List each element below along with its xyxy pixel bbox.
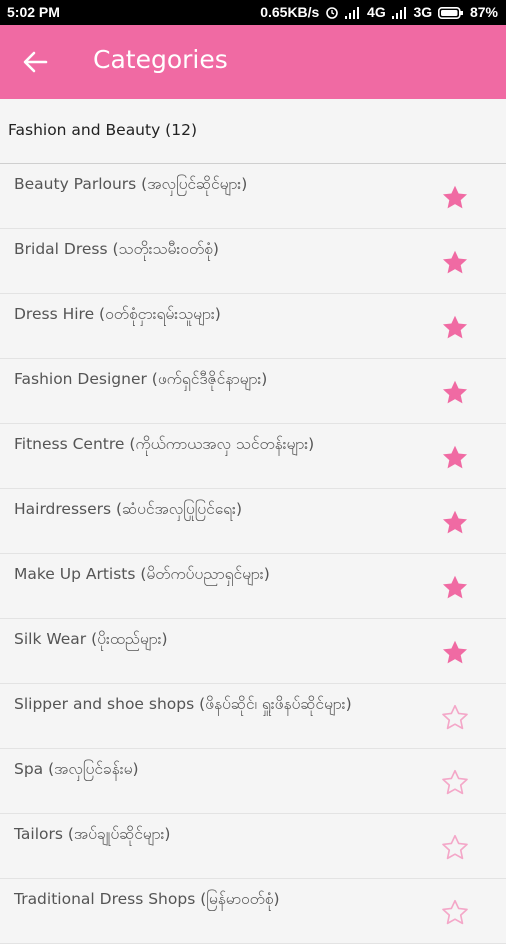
- category-row[interactable]: Tailors (အပ်ချုပ်ဆိုင်များ): [0, 814, 506, 879]
- star-outline-icon[interactable]: [441, 769, 469, 797]
- category-label: Fashion Designer (ဖက်ရှင်ဒီဇိုင်နာများ): [14, 370, 268, 388]
- status-bar: 5:02 PM 0.65KB/s 4G 3G 87%: [0, 0, 506, 25]
- status-indicators: 0.65KB/s 4G 3G 87%: [258, 4, 498, 20]
- category-label: Hairdressers (ဆံပင်အလှပြုပြင်ရေး): [14, 500, 243, 518]
- category-row[interactable]: Make Up Artists (မိတ်ကပ်ပညာရှင်များ): [0, 554, 506, 619]
- category-label: Fitness Centre (ကိုယ်ကာယအလှ သင်တန်းများ): [14, 435, 315, 453]
- category-row[interactable]: Fitness Centre (ကိုယ်ကာယအလှ သင်တန်းများ): [0, 424, 506, 489]
- signal-icon: [345, 4, 365, 20]
- network-type-2: 3G: [413, 4, 433, 20]
- category-row[interactable]: Spa (အလှပြင်ခန်းမ): [0, 749, 506, 814]
- star-filled-icon[interactable]: [441, 184, 469, 212]
- category-label: Slipper and shoe shops (ဖိနပ်ဆိုင်၊ ရှူး…: [14, 695, 352, 713]
- star-filled-icon[interactable]: [441, 574, 469, 602]
- category-row[interactable]: Fashion Designer (ဖက်ရှင်ဒီဇိုင်နာများ): [0, 359, 506, 424]
- battery-icon: [438, 4, 468, 20]
- category-label: Tailors (အပ်ချုပ်ဆိုင်များ): [14, 825, 171, 843]
- category-label: Dress Hire (ဝတ်စုံငှားရမ်းသူများ): [14, 305, 221, 323]
- category-label: Bridal Dress (သတိုးသမီးဝတ်စုံ): [14, 240, 219, 258]
- section-title: Fashion and Beauty (12): [8, 121, 198, 139]
- category-row[interactable]: Beauty Parlours (အလှပြင်ဆိုင်များ): [0, 164, 506, 229]
- star-filled-icon[interactable]: [441, 639, 469, 667]
- category-row[interactable]: Bridal Dress (သတိုးသမီးဝတ်စုံ): [0, 229, 506, 294]
- star-outline-icon[interactable]: [441, 899, 469, 927]
- category-row[interactable]: Traditional Dress Shops (မြန်မာဝတ်စုံ): [0, 879, 506, 944]
- category-label: Spa (အလှပြင်ခန်းမ): [14, 760, 139, 778]
- star-filled-icon[interactable]: [441, 249, 469, 277]
- category-label: Make Up Artists (မိတ်ကပ်ပညာရှင်များ): [14, 565, 270, 583]
- star-filled-icon[interactable]: [441, 314, 469, 342]
- status-time: 5:02 PM: [7, 4, 60, 20]
- back-button[interactable]: [18, 47, 52, 77]
- battery-level: 87%: [469, 4, 498, 20]
- signal-icon: [391, 4, 412, 20]
- category-row[interactable]: Dress Hire (ဝတ်စုံငှားရမ်းသူများ): [0, 294, 506, 359]
- category-row[interactable]: Slipper and shoe shops (ဖိနပ်ဆိုင်၊ ရှူး…: [0, 684, 506, 749]
- category-row[interactable]: Hairdressers (ဆံပင်အလှပြုပြင်ရေး): [0, 489, 506, 554]
- section-header: Fashion and Beauty (12): [0, 99, 506, 164]
- category-list: Beauty Parlours (အလှပြင်ဆိုင်များ) Bridal…: [0, 164, 506, 944]
- alarm-icon: [325, 4, 343, 20]
- star-outline-icon[interactable]: [441, 834, 469, 862]
- category-label: Traditional Dress Shops (မြန်မာဝတ်စုံ): [14, 890, 280, 908]
- net-speed: 0.65KB/s: [260, 4, 320, 20]
- category-label: Beauty Parlours (အလှပြင်ဆိုင်များ): [14, 175, 248, 193]
- star-outline-icon[interactable]: [441, 704, 469, 732]
- star-filled-icon[interactable]: [441, 379, 469, 407]
- category-label: Silk Wear (ပိုးထည်များ): [14, 630, 168, 648]
- network-type-1: 4G: [367, 4, 386, 20]
- star-filled-icon[interactable]: [441, 509, 469, 537]
- app-bar: Categories: [0, 25, 506, 99]
- category-row[interactable]: Silk Wear (ပိုးထည်များ): [0, 619, 506, 684]
- page-title: Categories: [93, 45, 228, 74]
- arrow-left-icon: [23, 51, 48, 73]
- star-filled-icon[interactable]: [441, 444, 469, 472]
